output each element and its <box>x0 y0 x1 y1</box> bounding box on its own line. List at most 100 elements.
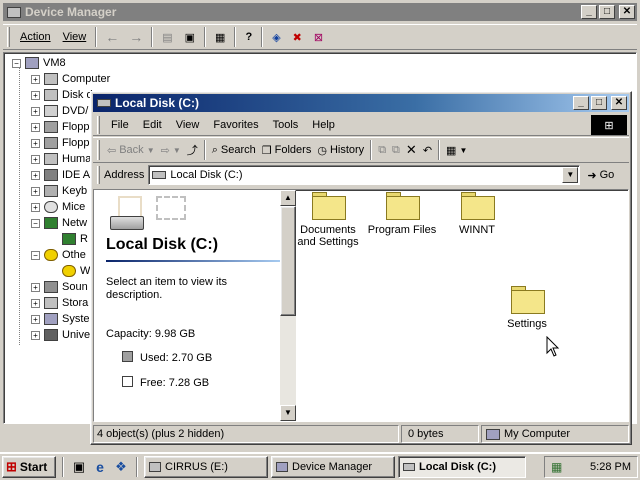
device-manager-titlebar[interactable]: Device Manager _ □ ✕ <box>3 3 637 21</box>
folder-item[interactable]: WINNT <box>439 192 515 236</box>
panel-hint: Select an item to view its description. <box>106 276 228 301</box>
folders-icon: ❒ <box>261 144 272 157</box>
move-to-button[interactable]: ⧉ <box>375 139 389 161</box>
tree-root[interactable]: − VM8 <box>12 55 66 71</box>
explorer-toolbar: ⇦ Back ▼ ⇨ ▼ ⤴ ⌕ Search ❒ Folders ◷ History ⧉ … <box>93 137 629 163</box>
tree-item[interactable]: − Netw <box>31 215 87 231</box>
storage-icon <box>44 297 58 309</box>
delete-icon: ✕ <box>405 142 417 157</box>
copy-to-button[interactable]: ⧉ <box>389 139 403 161</box>
tree-item[interactable]: + Syste <box>31 311 90 327</box>
menu-edit[interactable]: Edit <box>136 119 169 131</box>
taskbar: ⊞ Start ▣ e ❖ CIRRUS (E:) Device Manager … <box>0 453 640 480</box>
network-tray-icon[interactable]: ▦ <box>551 460 562 474</box>
task-cirrus[interactable]: CIRRUS (E:) <box>144 456 268 478</box>
history-icon: ◷ <box>317 144 327 157</box>
views-icon: ▦ <box>446 144 457 157</box>
minimize-button[interactable]: _ <box>581 5 597 19</box>
disk-icon <box>44 89 58 101</box>
tree-item[interactable]: + IDE A <box>31 167 90 183</box>
maximize-button[interactable]: □ <box>599 5 615 19</box>
properties-icon[interactable]: ▦ <box>209 31 231 44</box>
folder-item[interactable]: Settings <box>489 286 565 330</box>
tree-item[interactable]: + Keyb <box>31 183 87 199</box>
tree-item[interactable]: + Unive <box>31 327 90 343</box>
folder-item[interactable]: Documents and Settings <box>290 192 366 248</box>
go-button[interactable]: ➜ Go <box>584 164 617 186</box>
delete-button[interactable]: ✕ <box>403 139 420 161</box>
scroll-down-button[interactable]: ▼ <box>280 405 296 421</box>
tree-item[interactable]: − Othe <box>31 247 86 263</box>
drive-large-icon <box>106 196 212 236</box>
list-icon[interactable]: ▤ <box>156 31 178 44</box>
menu-file[interactable]: File <box>104 119 136 131</box>
speaker-icon <box>44 281 58 293</box>
back-arrow-icon[interactable]: ← <box>100 29 124 45</box>
menu-tools[interactable]: Tools <box>266 119 306 131</box>
ide-icon <box>44 169 58 181</box>
task-device-manager[interactable]: Device Manager <box>271 456 395 478</box>
chevron-down-icon: ▼ <box>172 145 181 155</box>
disable-icon[interactable]: ⊠ <box>308 31 329 44</box>
show-desktop-icon[interactable]: ▣ <box>70 459 88 475</box>
tree-item[interactable]: + Mice <box>31 199 85 215</box>
keyboard-icon <box>44 153 58 165</box>
network-card-icon <box>62 233 76 245</box>
menu-favorites[interactable]: Favorites <box>206 119 265 131</box>
folders-button[interactable]: ❒ Folders <box>259 139 315 161</box>
tree-item[interactable]: + Disk d <box>31 87 93 103</box>
tree-item[interactable]: + Huma <box>31 151 91 167</box>
tree-item[interactable]: + Stora <box>31 295 88 311</box>
explorer-icon[interactable]: ❖ <box>112 459 130 475</box>
status-objects: 4 object(s) (plus 2 hidden) <box>93 425 399 443</box>
tree-item[interactable]: + Soun <box>31 279 88 295</box>
address-input[interactable]: Local Disk (C:) ▼ <box>148 165 581 185</box>
windows-logo-icon: ⊞ <box>591 115 627 135</box>
explorer-title: Local Disk (C:) <box>115 96 200 110</box>
search-button[interactable]: ⌕ Search <box>209 139 259 161</box>
ie-icon[interactable]: e <box>91 459 109 475</box>
up-button[interactable]: ⤴ <box>184 139 201 161</box>
undo-button[interactable]: ↶ <box>420 139 435 161</box>
info-panel: Local Disk (C:) Select an item to view i… <box>94 190 296 421</box>
menu-action[interactable]: Action <box>14 31 57 43</box>
tree-item[interactable]: W <box>62 263 90 279</box>
maximize-button[interactable]: □ <box>591 96 607 110</box>
floppy-icon <box>44 137 58 149</box>
tree-item[interactable]: + Flopp <box>31 135 90 151</box>
minimize-button[interactable]: _ <box>573 96 589 110</box>
views-button[interactable]: ▦ ▼ <box>443 139 470 161</box>
tree-item[interactable]: + DVD/ <box>31 103 88 119</box>
menu-view[interactable]: View <box>169 119 207 131</box>
scan-icon[interactable]: ◈ <box>266 31 286 44</box>
folder-item[interactable]: Program Files <box>364 192 440 236</box>
address-dropdown-button[interactable]: ▼ <box>562 167 579 183</box>
tree-item[interactable]: + Flopp <box>31 119 90 135</box>
back-button[interactable]: ⇦ Back ▼ <box>104 139 158 161</box>
explorer-titlebar[interactable]: Local Disk (C:) _ □ ✕ <box>93 94 629 112</box>
device-manager-title: Device Manager <box>25 5 117 19</box>
computer-icon <box>44 73 58 85</box>
clock[interactable]: 5:28 PM <box>590 461 631 473</box>
start-button[interactable]: ⊞ Start <box>2 456 56 478</box>
menu-view[interactable]: View <box>57 31 93 43</box>
help-icon[interactable]: ? <box>239 31 258 43</box>
question-icon <box>62 265 76 277</box>
history-button[interactable]: ◷ History <box>314 139 367 161</box>
network-icon <box>44 217 58 229</box>
task-local-disk[interactable]: Local Disk (C:) <box>398 456 526 478</box>
search-icon: ⌕ <box>211 143 218 156</box>
device-manager-toolbar: Action View ← → ▤ ▣ ▦ ? ◈ ✖ ⊠ <box>3 24 637 50</box>
forward-arrow-icon[interactable]: → <box>124 29 148 45</box>
copy-to-icon: ⧉ <box>392 143 400 156</box>
capacity-label: Capacity: 9.98 GB <box>106 328 196 340</box>
tree-item[interactable]: R <box>62 231 88 247</box>
close-button[interactable]: ✕ <box>611 96 627 110</box>
free-swatch <box>122 376 133 387</box>
uninstall-icon[interactable]: ✖ <box>287 31 308 44</box>
menu-help[interactable]: Help <box>305 119 342 131</box>
forward-button[interactable]: ⇨ ▼ <box>158 139 184 161</box>
tree-item[interactable]: + Computer <box>31 71 110 87</box>
close-button[interactable]: ✕ <box>619 5 635 19</box>
tree-toggle-icon[interactable]: ▣ <box>179 31 201 44</box>
